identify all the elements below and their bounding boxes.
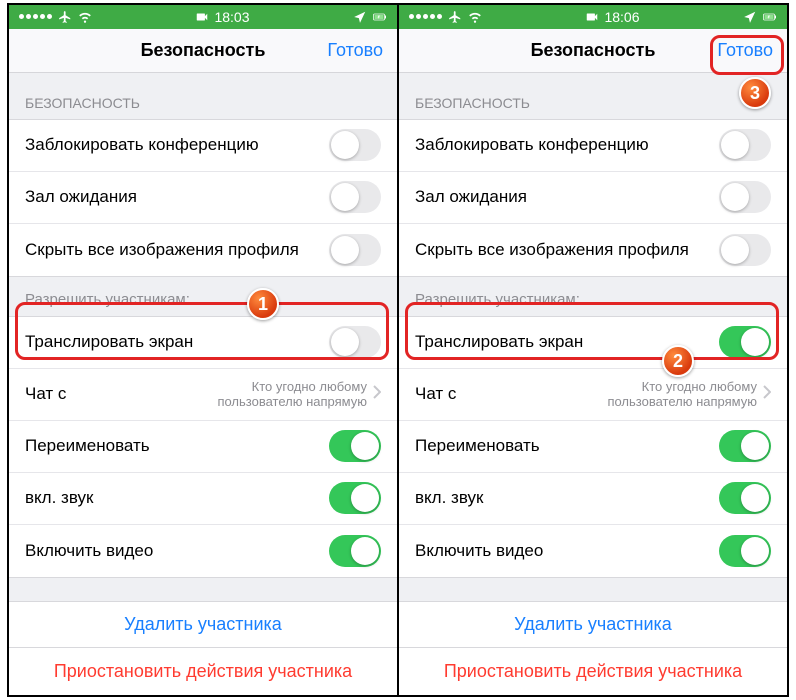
row-label: Заблокировать конференцию — [25, 135, 329, 155]
done-button[interactable]: Готово — [717, 40, 773, 61]
row-lock-meeting[interactable]: Заблокировать конференцию — [9, 120, 397, 172]
row-chat[interactable]: Чат с Кто угодно любому пользователю нап… — [399, 369, 787, 421]
toggle-waiting-room[interactable] — [719, 181, 771, 213]
row-lock-meeting[interactable]: Заблокировать конференцию — [399, 120, 787, 172]
row-label: Переименовать — [25, 436, 329, 456]
row-unmute[interactable]: вкл. звук — [9, 473, 397, 525]
row-label: Скрыть все изображения профиля — [25, 240, 329, 260]
row-rename[interactable]: Переименовать — [9, 421, 397, 473]
row-label: Зал ожидания — [25, 187, 329, 207]
row-waiting-room[interactable]: Зал ожидания — [9, 172, 397, 224]
section-allow-label: Разрешить участникам: — [399, 277, 787, 316]
row-detail: Кто угодно любому пользователю напрямую — [597, 379, 757, 410]
battery-icon — [763, 10, 777, 24]
status-time: 18:03 — [214, 9, 249, 25]
done-button[interactable]: Готово — [327, 40, 383, 61]
row-label: Зал ожидания — [415, 187, 719, 207]
row-label: Транслировать экран — [25, 332, 329, 352]
row-video[interactable]: Включить видео — [399, 525, 787, 577]
toggle-hide-profiles[interactable] — [329, 234, 381, 266]
toggle-video[interactable] — [719, 535, 771, 567]
row-chat[interactable]: Чат с Кто угодно любому пользователю нап… — [9, 369, 397, 421]
row-hide-profiles[interactable]: Скрыть все изображения профиля — [9, 224, 397, 276]
row-hide-profiles[interactable]: Скрыть все изображения профиля — [399, 224, 787, 276]
row-label: Включить видео — [415, 541, 719, 561]
row-label: Заблокировать конференцию — [415, 135, 719, 155]
row-label: Включить видео — [25, 541, 329, 561]
section-allow-label: Разрешить участникам: — [9, 277, 397, 316]
toggle-share-screen[interactable] — [719, 326, 771, 358]
remove-participant-button[interactable]: Удалить участника — [9, 601, 397, 649]
row-label: Переименовать — [415, 436, 719, 456]
section-security-label: БЕЗОПАСНОСТЬ — [399, 73, 787, 119]
row-share-screen[interactable]: Транслировать экран — [9, 317, 397, 369]
section-security-label: БЕЗОПАСНОСТЬ — [9, 73, 397, 119]
row-label: Чат с — [415, 384, 597, 404]
status-time: 18:06 — [604, 9, 639, 25]
chevron-right-icon — [373, 385, 381, 404]
signal-dots-icon — [409, 14, 442, 19]
battery-icon — [373, 10, 387, 24]
suspend-participant-button[interactable]: Приостановить действия участника — [399, 647, 787, 695]
phone-right: 18:06 Безопасность Готово БЕЗОПАСНОСТЬ З… — [399, 5, 787, 695]
step-badge-1: 1 — [247, 288, 279, 320]
toggle-waiting-room[interactable] — [329, 181, 381, 213]
toggle-rename[interactable] — [329, 430, 381, 462]
row-label: вкл. звук — [25, 488, 329, 508]
toggle-hide-profiles[interactable] — [719, 234, 771, 266]
toggle-unmute[interactable] — [329, 482, 381, 514]
airplane-icon — [448, 10, 462, 24]
row-label: Скрыть все изображения профиля — [415, 240, 719, 260]
toggle-lock[interactable] — [719, 129, 771, 161]
status-bar: 18:03 — [9, 5, 397, 29]
nav-title: Безопасность — [531, 40, 656, 61]
toggle-video[interactable] — [329, 535, 381, 567]
chevron-right-icon — [763, 385, 771, 404]
row-label: вкл. звук — [415, 488, 719, 508]
wifi-icon — [468, 10, 482, 24]
toggle-unmute[interactable] — [719, 482, 771, 514]
row-waiting-room[interactable]: Зал ожидания — [399, 172, 787, 224]
nav-bar: Безопасность Готово — [9, 29, 397, 73]
airplane-icon — [58, 10, 72, 24]
step-badge-3: 3 — [739, 77, 771, 109]
camera-icon — [585, 10, 599, 24]
suspend-participant-button[interactable]: Приостановить действия участника — [9, 647, 397, 695]
phone-left: 18:03 Безопасность Готово БЕЗОПАСНОСТЬ З… — [9, 5, 397, 695]
row-detail: Кто угодно любому пользователю напрямую — [207, 379, 367, 410]
signal-dots-icon — [19, 14, 52, 19]
toggle-rename[interactable] — [719, 430, 771, 462]
toggle-share-screen[interactable] — [329, 326, 381, 358]
location-icon — [353, 10, 367, 24]
nav-title: Безопасность — [141, 40, 266, 61]
row-share-screen[interactable]: Транслировать экран — [399, 317, 787, 369]
row-rename[interactable]: Переименовать — [399, 421, 787, 473]
row-unmute[interactable]: вкл. звук — [399, 473, 787, 525]
remove-participant-button[interactable]: Удалить участника — [399, 601, 787, 649]
toggle-lock[interactable] — [329, 129, 381, 161]
row-label: Чат с — [25, 384, 207, 404]
nav-bar: Безопасность Готово — [399, 29, 787, 73]
status-bar: 18:06 — [399, 5, 787, 29]
step-badge-2: 2 — [662, 345, 694, 377]
camera-icon — [195, 10, 209, 24]
location-icon — [743, 10, 757, 24]
row-video[interactable]: Включить видео — [9, 525, 397, 577]
wifi-icon — [78, 10, 92, 24]
